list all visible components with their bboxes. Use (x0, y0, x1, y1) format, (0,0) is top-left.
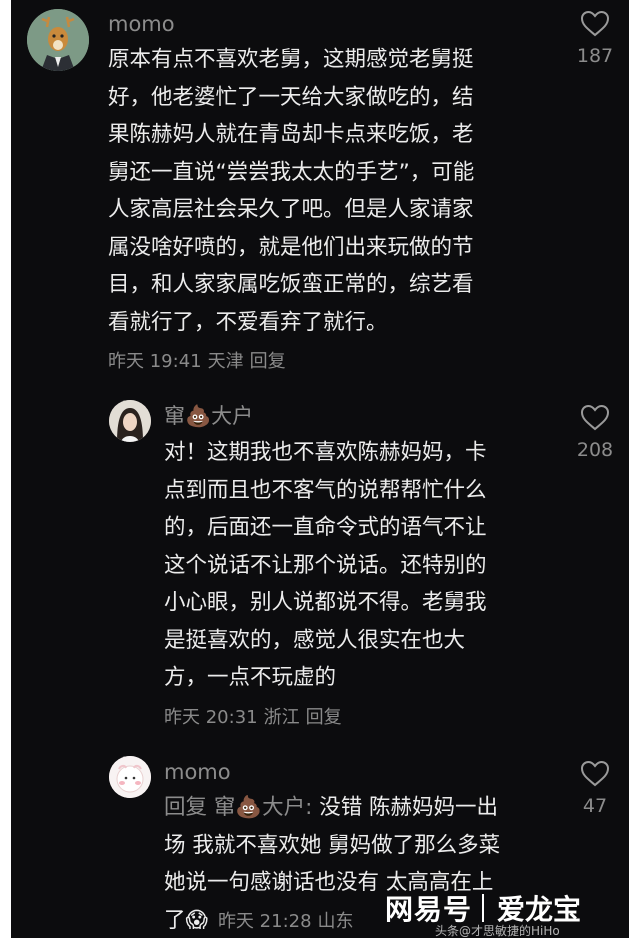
comment-location: 浙江 (263, 707, 300, 728)
avatar[interactable] (109, 400, 151, 442)
comment-location: 天津 (207, 351, 244, 372)
comment-username[interactable]: momo (108, 10, 175, 38)
comment-username[interactable]: 窜💩大户 (164, 402, 253, 430)
comment-text: 原本有点不喜欢老舅，这期感觉老舅挺 好，他老婆忙了一天给大家做吃的，结 果陈赫妈… (108, 47, 475, 335)
comment-meta: 昨天 20:31 浙江 回复 (164, 706, 348, 730)
watermark-subtext: 头条@才思敏捷的HiHo (435, 924, 560, 938)
comment-username[interactable]: momo (164, 758, 231, 786)
comment-time: 昨天 21:28 (217, 910, 312, 932)
comment-screen: momo 原本有点不喜欢老舅，这期感觉老舅挺 好，他老婆忙了一天给大家做吃的，结… (11, 0, 629, 938)
heart-icon (580, 404, 610, 431)
reply-to-username[interactable]: 窜💩大户: (214, 795, 313, 820)
comment-meta: 昨天 19:41 天津 回复 (108, 350, 292, 374)
cartoon-face-icon (109, 756, 151, 798)
like-button[interactable]: 47 (567, 760, 623, 819)
watermark: 网易号 爱龙宝 头条@才思敏捷的HiHo (385, 888, 635, 944)
comment-meta: 昨天 21:28 山东 (218, 911, 360, 932)
comment-location: 山东 (317, 910, 354, 932)
reply-button[interactable]: 回复 (250, 351, 286, 372)
like-count: 187 (576, 45, 614, 67)
comment-time: 昨天 20:31 (164, 707, 258, 728)
heart-icon (580, 760, 610, 787)
like-count: 47 (582, 795, 608, 817)
reply-button[interactable]: 回复 (306, 707, 342, 728)
comment-text: 对！这期我也不喜欢陈赫妈妈，卡 点到而且也不客气的说帮帮忙什么 的，后面还一直命… (164, 440, 487, 690)
heart-icon (580, 10, 610, 37)
reply-prefix: 回复 (164, 795, 208, 820)
avatar[interactable] (109, 756, 151, 798)
emoji: 😱 (185, 907, 208, 933)
deer-icon (27, 9, 89, 71)
avatar[interactable] (27, 9, 89, 71)
watermark-divider (482, 894, 484, 922)
like-button[interactable]: 208 (567, 404, 623, 463)
like-count: 208 (576, 439, 614, 461)
comment-time: 昨天 19:41 (108, 351, 202, 372)
like-button[interactable]: 187 (567, 10, 623, 69)
girl-avatar-icon (109, 400, 151, 442)
